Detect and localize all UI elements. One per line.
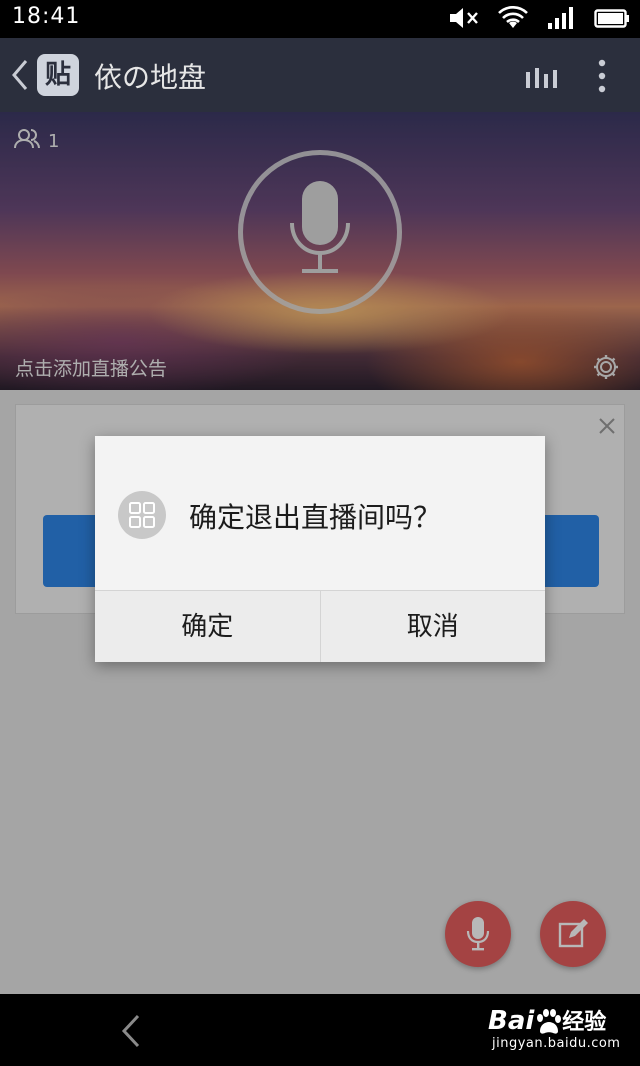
dialog-buttons: 确定 取消: [95, 590, 545, 662]
paw-icon: [534, 1008, 562, 1035]
dialog-message: 确定退出直播间吗？: [189, 501, 442, 534]
back-icon[interactable]: [10, 58, 30, 92]
tieba-logo: 贴: [37, 54, 79, 96]
nav-back-icon[interactable]: [120, 1014, 142, 1048]
wifi-icon: [498, 6, 528, 30]
page-title: 依の地盘: [94, 61, 207, 94]
status-bar: 18:41: [0, 0, 640, 38]
cancel-button[interactable]: 取消: [319, 591, 546, 662]
signal-icon: [546, 6, 576, 30]
app-header: 贴 依の地盘: [0, 38, 640, 112]
watermark-logo: Bai 经验: [488, 1006, 607, 1036]
battery-icon: [594, 6, 630, 30]
watermark-brand: 经验: [562, 1010, 607, 1035]
mute-icon: [448, 6, 480, 30]
status-icons: [448, 6, 630, 30]
confirm-button[interactable]: 确定: [95, 591, 320, 662]
grid-icon: [118, 491, 166, 539]
watermark-url: jingyan.baidu.com: [492, 1036, 621, 1051]
baidu-jingyan-watermark: Bai 经验 jingyan.baidu.com: [488, 1000, 636, 1058]
exit-confirm-dialog: 确定退出直播间吗？ 确定 取消: [95, 436, 545, 662]
status-time: 18:41: [12, 4, 81, 29]
more-icon[interactable]: [594, 58, 610, 94]
stats-icon[interactable]: [524, 64, 558, 88]
